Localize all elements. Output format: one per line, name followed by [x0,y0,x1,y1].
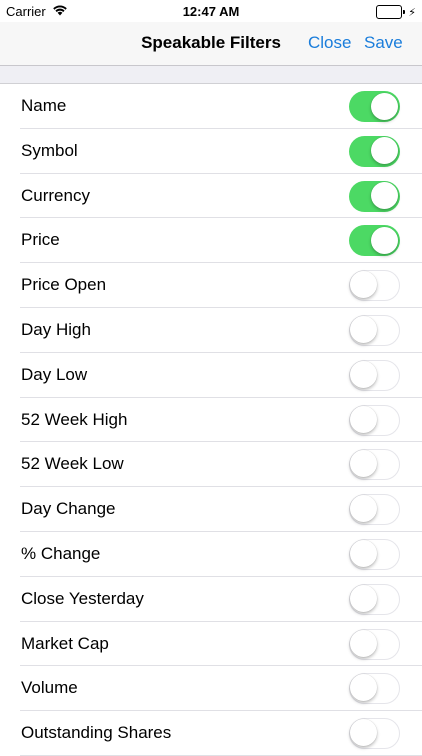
filter-label: Day High [21,319,91,339]
filter-toggle[interactable] [349,628,400,660]
filter-row: Day Change [0,487,422,532]
filter-row: Symbol [0,128,422,174]
toggle-knob [371,226,398,254]
filter-toggle[interactable] [349,135,400,167]
filter-toggle[interactable] [349,583,400,615]
toggle-knob [350,674,377,702]
page-title: Speakable Filters [141,33,281,52]
filter-label: Close Yesterday [21,588,144,608]
section-separator [0,66,422,84]
toggle-knob [350,450,377,478]
toggle-knob [371,182,398,210]
toggle-knob [350,584,377,612]
filter-row: Price Open [0,263,422,308]
filter-label: % Change [21,543,101,563]
filter-label: Outstanding Shares [21,723,172,743]
filter-toggle[interactable] [349,673,400,705]
filter-row: Day Low [0,352,422,398]
filter-label: Day Change [21,499,116,519]
filter-toggle[interactable] [349,180,400,212]
filter-label: Volume [21,678,78,698]
charging-bolt-icon: ⚡ [408,6,416,19]
toggle-knob [350,405,377,433]
filter-toggle[interactable] [349,225,400,257]
toggle-knob [350,495,377,523]
filter-toggle[interactable] [349,449,400,481]
filter-toggle[interactable] [349,538,400,570]
filter-label: Currency [21,185,90,205]
navigation-bar: Speakable Filters Close Save [0,22,422,66]
filter-toggle[interactable] [349,718,400,750]
status-time: 12:47 AM [182,4,240,19]
filter-row: Outstanding Shares [0,711,422,756]
save-button[interactable]: Save [364,33,403,53]
toggle-knob [350,539,377,567]
toggle-knob [350,629,377,657]
filter-toggle[interactable] [349,91,400,122]
filter-label: Price Open [21,275,107,295]
toggle-knob [371,137,398,165]
filter-label: Price [21,230,60,250]
filter-toggle[interactable] [349,359,400,391]
filter-row: Market Cap [0,621,422,667]
filter-toggle[interactable] [349,314,400,346]
toggle-knob [350,719,377,747]
toggle-knob [350,360,377,388]
filter-label: 52 Week High [21,409,128,429]
toggle-knob [350,271,377,299]
filter-toggle[interactable] [349,494,400,526]
filter-row: 52 Week Low [0,442,422,488]
filter-row: % Change [0,531,422,577]
toggle-knob [350,315,377,343]
status-bar: Carrier 12:47 AM ⚡ [0,0,422,22]
filter-label: Name [21,96,67,115]
filter-label: Market Cap [21,633,109,653]
filter-row: Price [0,218,422,264]
filter-row: Close Yesterday [0,576,422,622]
filter-label: Symbol [21,140,78,160]
filter-row: Volume [0,666,422,712]
close-button[interactable]: Close [308,33,351,53]
filter-row: 52 Week High [0,397,422,443]
filter-label: 52 Week Low [21,454,124,474]
filter-toggle[interactable] [349,404,400,436]
battery-icon: ⚡ [376,5,416,19]
filter-row: Day High [0,307,422,353]
filter-toggle[interactable] [349,270,400,302]
filter-row: Currency [0,173,422,219]
filter-label: Day Low [21,364,88,384]
toggle-knob [371,92,398,120]
filter-list: Name Symbol Currency Price Price Open Day Hig… [0,84,422,756]
filter-row: Name [0,84,422,129]
